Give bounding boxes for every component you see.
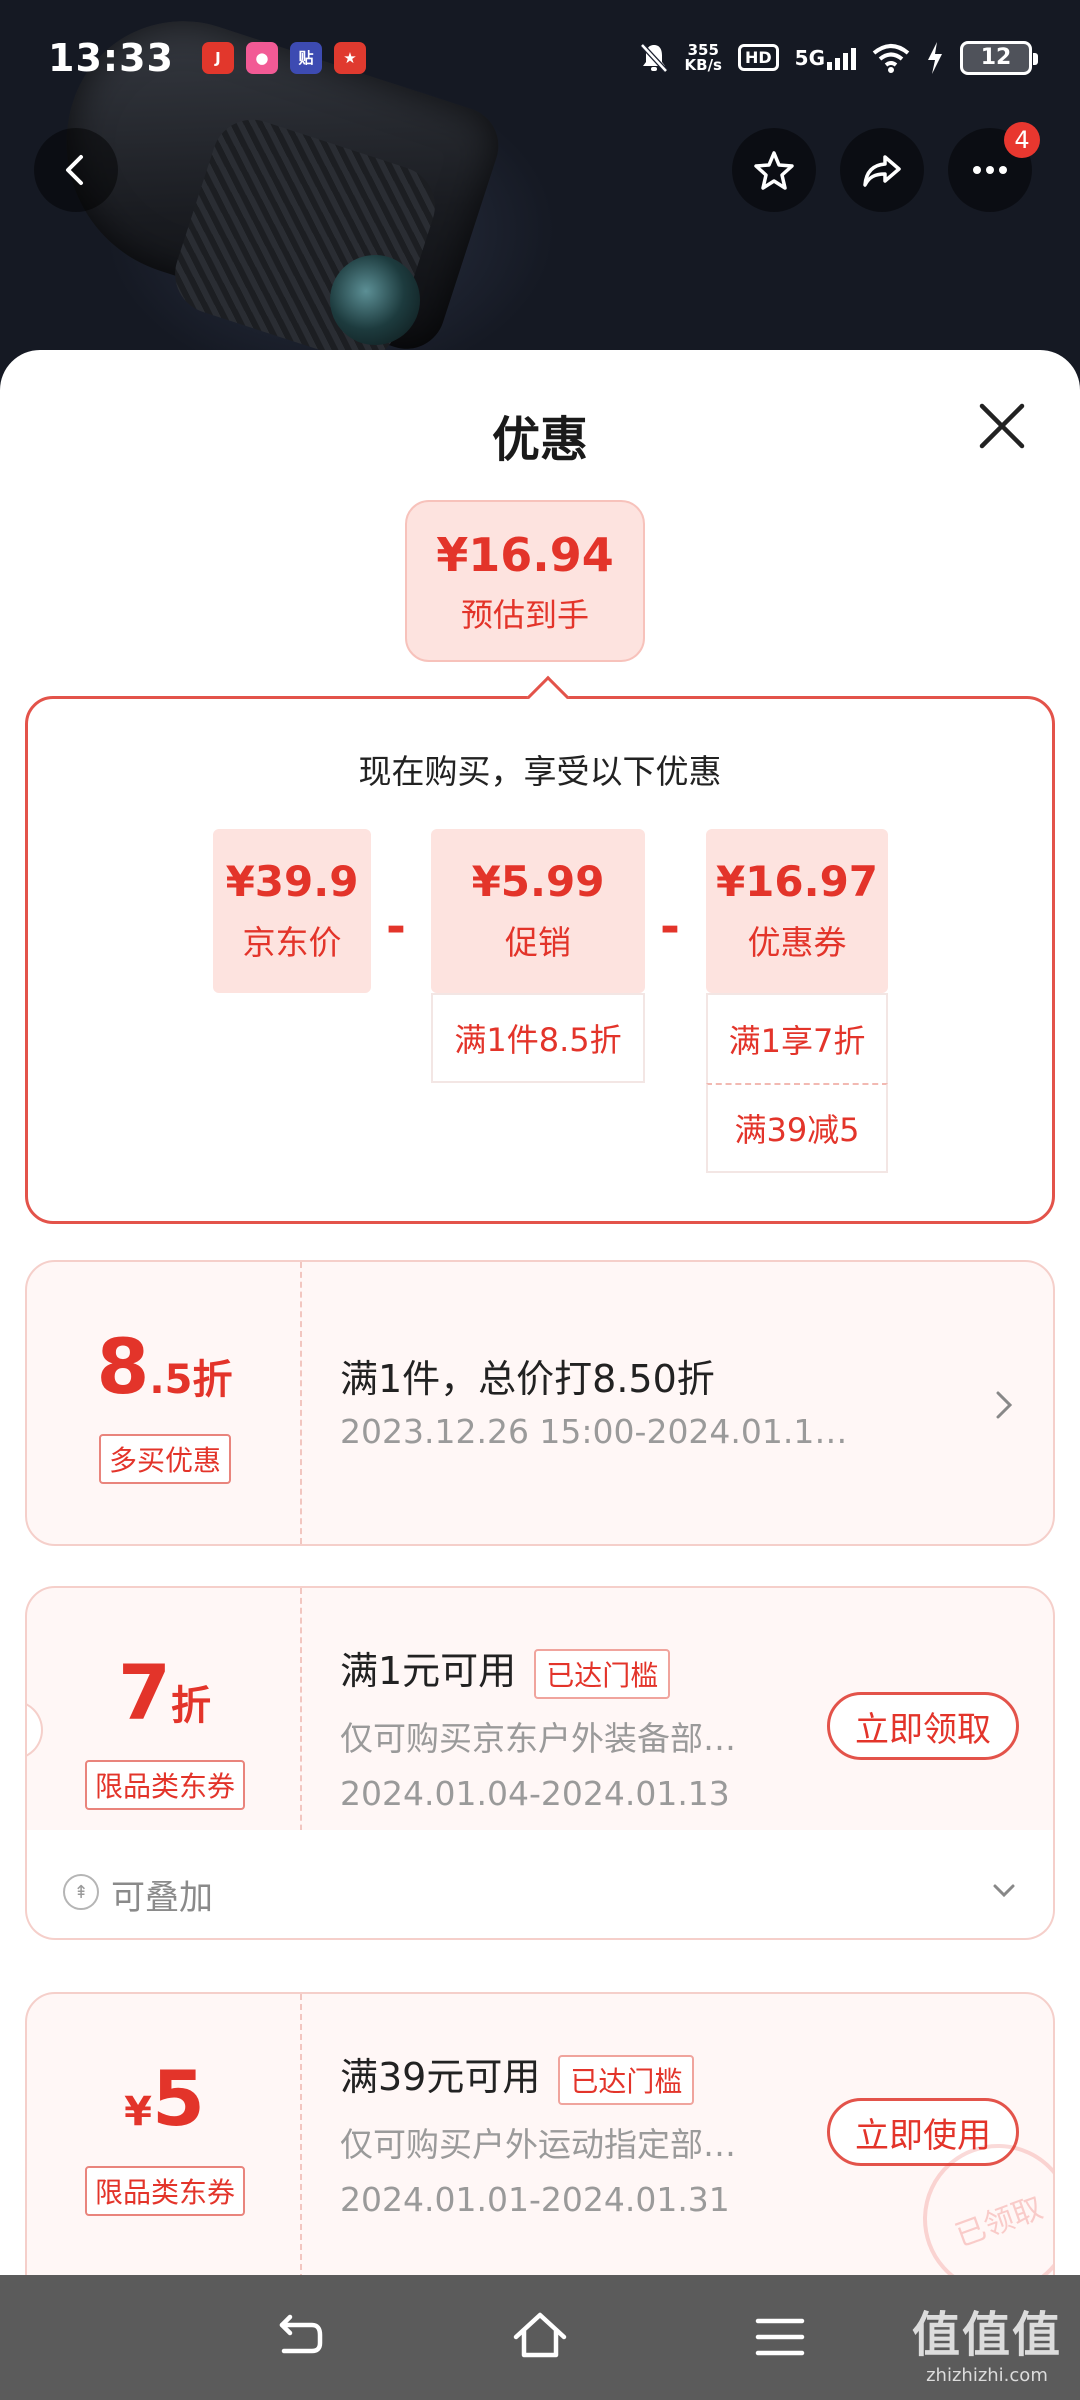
- coupon-type-tag: 限品类东券: [84, 1760, 246, 1810]
- status-indicators: 355 KB/s HD 5G 12: [639, 40, 1038, 75]
- coupon-title-row: 满1元可用 已达门槛: [340, 1640, 671, 1699]
- stack-icon: ⇞: [63, 1874, 99, 1910]
- coupon-amount: 7折: [27, 1648, 302, 1737]
- coupon-amount-suffix: 折: [170, 1683, 211, 1729]
- coupon-title-row: 满39元可用 已达门槛: [340, 2046, 695, 2105]
- coupon-amount-main: 8: [96, 1322, 150, 1411]
- promo-detail-tag: 满1件8.5折: [431, 993, 645, 1083]
- menu-nav-icon[interactable]: [750, 2307, 810, 2367]
- coupon-detail-tag: 满1享7折: [706, 993, 888, 1083]
- promo-label: 促销: [505, 923, 571, 962]
- coupon-date: 2024.01.04-2024.01.13: [340, 1774, 730, 1813]
- status-bar: 13:33 J ● 贴 ★ 355 KB/s HD 5G 12: [0, 0, 1080, 115]
- breakdown-heading: 现在购买，享受以下优惠: [358, 752, 722, 791]
- sheet-title: 优惠: [491, 412, 588, 468]
- coupon-amount-suffix: .5折: [149, 1357, 233, 1403]
- coupon-description: 仅可购买京东户外装备部…: [340, 1719, 736, 1758]
- home-nav-icon[interactable]: [510, 2307, 570, 2367]
- pink-app-icon: ●: [245, 41, 278, 74]
- coupon-type-tag: 多买优惠: [98, 1434, 232, 1484]
- estimated-price: ¥16.94: [436, 528, 614, 582]
- coupon-title: 满1元可用: [340, 1649, 517, 1693]
- coupon-amount: ¥5: [27, 2054, 302, 2143]
- network-speed-unit: KB/s: [684, 55, 722, 74]
- close-icon[interactable]: [974, 398, 1030, 454]
- price-card-jd: ¥39.9 京东价: [213, 829, 371, 993]
- coupon-date: 2023.12.26 15:00-2024.01.1…: [340, 1412, 848, 1451]
- stackable-label: 可叠加: [111, 1878, 213, 1918]
- discount-sheet: 优惠 ¥16.94 预估到手 现在购买，享受以下优惠 ¥39.9 京东价 - ¥…: [0, 350, 1080, 2280]
- claim-coupon-button[interactable]: 立即领取: [827, 1692, 1019, 1760]
- promo-value: ¥5.99: [471, 857, 605, 906]
- chevron-down-icon: [993, 1884, 1015, 1898]
- network-type: 5G: [794, 45, 825, 70]
- wifi-icon: [872, 43, 910, 73]
- status-time: 13:33: [48, 35, 174, 80]
- favorite-button[interactable]: [732, 128, 816, 212]
- mute-bell-icon: [639, 42, 668, 73]
- coupon-label: 优惠券: [747, 923, 847, 962]
- coupon-amount: 8.5折: [27, 1322, 302, 1411]
- watermark-brand: 值值值: [911, 2307, 1062, 2363]
- coupon-currency: ¥: [124, 2089, 152, 2135]
- share-button[interactable]: [840, 128, 924, 212]
- threshold-reached-badge: 已达门槛: [558, 2054, 695, 2105]
- chevron-left-icon: [66, 155, 83, 185]
- signal-icon: 5G: [795, 46, 856, 70]
- coupon-value: ¥16.97: [715, 857, 879, 906]
- coupon-card-5-yuan: ¥5 限品类东券 满39元可用 已达门槛 仅可购买户外运动指定部… 2024.01…: [25, 1992, 1055, 2280]
- watermark: 值值值 zhizhizhi.com: [912, 2295, 1062, 2386]
- estimated-price-label: 预估到手: [460, 596, 589, 634]
- more-button[interactable]: 4: [948, 122, 1040, 212]
- coupon-description: 仅可购买户外运动指定部…: [340, 2125, 736, 2164]
- hd-icon: HD: [737, 44, 779, 71]
- coupon-detail-tag: 满39减5: [706, 1083, 888, 1173]
- more-dots-icon: [973, 166, 1007, 174]
- coupon-title: 满1件，总价打8.50折: [340, 1357, 715, 1401]
- jd-icon: J: [201, 41, 234, 74]
- coupon-type-tag: 限品类东券: [84, 2166, 246, 2216]
- threshold-reached-badge: 已达门槛: [534, 1648, 671, 1699]
- system-navigation-bar: 值值值 zhizhizhi.com: [0, 2275, 1080, 2400]
- more-badge-count: 4: [1004, 122, 1040, 158]
- coupon-date: 2024.01.01-2024.01.31: [340, 2180, 730, 2219]
- share-icon: [863, 155, 901, 187]
- network-speed: 355 KB/s: [684, 42, 722, 74]
- chevron-right-icon: [996, 1391, 1013, 1419]
- back-button[interactable]: [34, 128, 118, 212]
- stackable-row[interactable]: ⇞ 可叠加: [25, 1830, 1055, 1940]
- charging-icon: [928, 41, 942, 74]
- back-nav-icon[interactable]: [270, 2307, 330, 2367]
- coupon-amount-main: 7: [118, 1648, 171, 1737]
- price-card-coupon: ¥16.97 优惠券: [706, 829, 888, 993]
- coupon-amount-main: 5: [151, 2054, 205, 2143]
- coupon-card-multibuy[interactable]: 8.5折 多买优惠 满1件，总价打8.50折 2023.12.26 15:00-…: [25, 1260, 1055, 1546]
- minus-sign: -: [660, 899, 680, 955]
- minus-sign: -: [386, 899, 406, 955]
- battery-icon: 12: [960, 40, 1038, 75]
- breakdown-pointer: [526, 675, 570, 719]
- paste-app-icon: 贴: [289, 41, 322, 74]
- flashlight-lens: [330, 255, 420, 345]
- price-card-promo: ¥5.99 促销: [431, 829, 645, 993]
- star-icon: [754, 151, 794, 190]
- jd-price-label: 京东价: [242, 923, 342, 962]
- price-breakdown: 现在购买，享受以下优惠 ¥39.9 京东价 - ¥5.99 促销 - ¥16.9…: [25, 675, 1055, 1224]
- jd-price-value: ¥39.9: [225, 857, 359, 906]
- estimated-price-box: ¥16.94 预估到手: [405, 500, 645, 662]
- red-app-icon: ★: [333, 41, 366, 74]
- coupon-title: 满39元可用: [340, 2055, 541, 2099]
- notification-app-icons: J ● 贴 ★: [201, 41, 366, 74]
- watermark-domain: zhizhizhi.com: [926, 2365, 1048, 2386]
